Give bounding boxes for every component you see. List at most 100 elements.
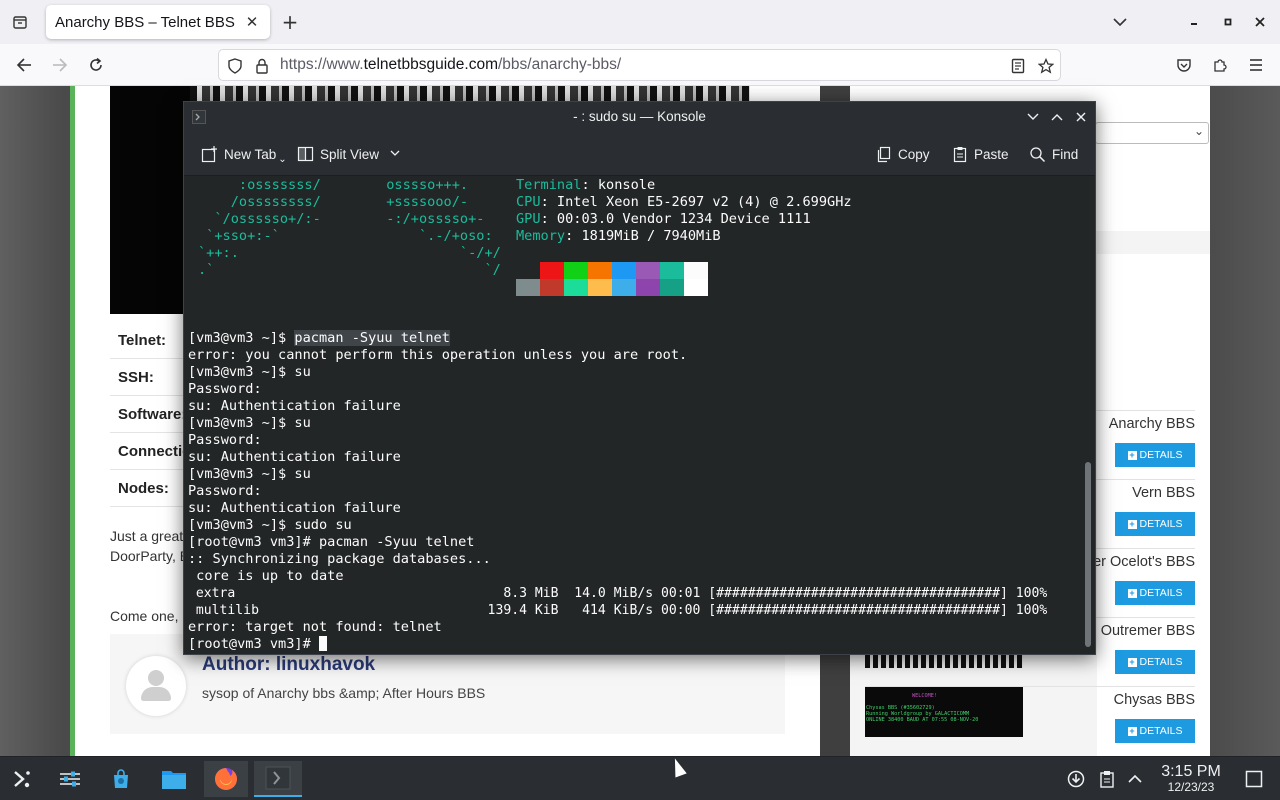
palette-swatch — [564, 262, 588, 279]
sysinfo-line: Memory: 1819MiB / 7940MiB — [516, 228, 721, 244]
bbs-name[interactable]: Outremer BBS — [1101, 623, 1195, 639]
palette-swatch — [660, 279, 684, 296]
browser-tab-active[interactable]: Anarchy BBS – Telnet BBS Guide ✕ — [46, 5, 270, 39]
forward-icon[interactable] — [46, 51, 74, 79]
copy-button[interactable]: Copy — [876, 142, 930, 166]
terminal-line: su: Authentication failure — [188, 500, 401, 516]
browser-nav-bar: https://www.telnetbbsguide.com/bbs/anarc… — [0, 44, 1280, 86]
app-menu-icon[interactable] — [1242, 51, 1270, 79]
list-all-tabs-icon[interactable] — [1106, 8, 1134, 36]
pocket-icon[interactable] — [1170, 51, 1198, 79]
terminal-scrollbar[interactable] — [1082, 177, 1095, 654]
clock-time: 3:15 PM — [1161, 763, 1221, 780]
bbs-name[interactable]: Anarchy BBS — [1109, 416, 1195, 432]
application-launcher-icon[interactable] — [2, 761, 42, 797]
terminal-line: su: Authentication failure — [188, 398, 401, 414]
details-button[interactable]: + DETAILS — [1115, 512, 1195, 536]
konsole-titlebar[interactable]: - : sudo su — Konsole — [184, 102, 1095, 132]
find-button[interactable]: Find — [1029, 142, 1078, 166]
neofetch-art-line: /ossssssss/ +ssssooo/- — [198, 194, 469, 210]
selected-text: pacman -Syuu telnet — [294, 330, 450, 346]
bbs-name[interactable]: ver Ocelot's BBS — [1086, 554, 1195, 570]
back-icon[interactable] — [10, 51, 38, 79]
paste-button[interactable]: Paste — [952, 142, 1009, 166]
terminal-line: :: Synchronizing package databases... — [188, 551, 491, 567]
new-tab-dropdown-icon[interactable]: ⌄ — [278, 154, 286, 165]
palette-swatch — [636, 262, 660, 279]
konsole-minimize-icon[interactable] — [1022, 106, 1044, 128]
reader-view-icon[interactable] — [1004, 52, 1032, 80]
bbs-name[interactable]: Chysas BBS — [1114, 692, 1195, 708]
maximize-window-icon[interactable] — [1214, 8, 1242, 36]
palette-swatch — [516, 262, 540, 279]
author-avatar — [126, 656, 186, 716]
close-tab-icon[interactable]: ✕ — [240, 10, 264, 34]
reload-icon[interactable] — [82, 51, 110, 79]
firefox-icon[interactable] — [204, 761, 248, 797]
tab-list-icon[interactable] — [6, 8, 34, 36]
terminal-line: extra 8.3 MiB 14.0 MiB/s 00:01 [########… — [188, 586, 1048, 601]
terminal-line: [vm3@vm3 ~]$ su — [188, 415, 311, 431]
system-tray-expand-icon[interactable] — [1115, 761, 1155, 797]
file-manager-icon[interactable] — [154, 761, 194, 797]
palette-swatch — [612, 262, 636, 279]
details-button[interactable]: + DETAILS — [1115, 581, 1195, 605]
bbs-screenshot-image — [110, 86, 190, 314]
browser-tab-bar: Anarchy BBS – Telnet BBS Guide ✕ + — [0, 0, 1280, 44]
close-window-icon[interactable] — [1246, 8, 1274, 36]
details-button[interactable]: + DETAILS — [1115, 719, 1195, 743]
details-button[interactable]: + DETAILS — [1115, 443, 1195, 467]
clock-date: 12/23/23 — [1167, 780, 1215, 794]
terminal-line: [root@vm3 vm3]# pacman -Syuu telnet — [188, 534, 475, 550]
tracking-shield-icon[interactable] — [221, 52, 249, 80]
terminal-line: [vm3@vm3 ~]$ su — [188, 466, 311, 482]
info-label-nodes: Nodes: — [110, 470, 190, 507]
split-view-button[interactable]: Split View — [297, 142, 405, 166]
terminal-line: Password: — [188, 381, 262, 397]
author-name-link[interactable]: linuxhavok — [276, 654, 375, 675]
details-button[interactable]: + DETAILS — [1115, 650, 1195, 674]
system-settings-icon[interactable] — [50, 761, 90, 797]
terminal-output[interactable]: :osssssss/ osssso+++. /ossssssss/ +sssso… — [184, 177, 1082, 654]
palette-swatch — [564, 279, 588, 296]
sysinfo-line: GPU: 00:03.0 Vendor 1234 Device 1111 — [516, 211, 811, 227]
terminal-prompt-line: [root@vm3 vm3]# — [188, 636, 327, 653]
new-tab-icon[interactable]: + — [276, 8, 304, 36]
palette-swatch — [588, 262, 612, 279]
tab-title: Anarchy BBS – Telnet BBS Guide — [55, 13, 235, 31]
sysinfo-line: CPU: Intel Xeon E5-2697 v2 (4) @ 2.699GH… — [516, 194, 852, 210]
lock-icon[interactable] — [248, 52, 276, 80]
konsole-taskbar-icon[interactable] — [254, 761, 302, 797]
author-description: sysop of Anarchy bbs &amp; After Hours B… — [202, 685, 486, 701]
terminal-line: su: Authentication failure — [188, 449, 401, 465]
plus-icon: + — [1127, 518, 1137, 529]
show-desktop-icon[interactable] — [1234, 761, 1274, 797]
new-tab-button[interactable]: New Tab ⌄ — [201, 142, 287, 166]
bbs-name[interactable]: Vern BBS — [1132, 485, 1195, 501]
scrollbar-thumb[interactable] — [1085, 462, 1091, 647]
discover-store-icon[interactable] — [101, 761, 141, 797]
terminal-line: multilib 139.4 KiB 414 KiB/s 00:00 [####… — [188, 603, 1048, 618]
url-bar[interactable]: https://www.telnetbbsguide.com/bbs/anarc… — [218, 49, 1061, 81]
bookmark-star-icon[interactable] — [1032, 52, 1060, 80]
terminal-line: error: target not found: telnet — [188, 619, 442, 635]
extensions-icon[interactable] — [1206, 51, 1234, 79]
digital-clock[interactable]: 3:15 PM 12/23/23 — [1150, 763, 1232, 794]
description-line-3: Come one, c — [110, 608, 184, 624]
info-label-connections: Connections: — [110, 433, 190, 470]
konsole-window: - : sudo su — Konsole New Tab ⌄ Split Vi… — [183, 101, 1096, 655]
minimize-window-icon[interactable] — [1180, 8, 1208, 36]
info-label-software: Software: — [110, 396, 190, 433]
palette-swatch — [540, 279, 564, 296]
terminal-line: [vm3@vm3 ~]$ sudo su — [188, 517, 352, 533]
description-line-1: Just a great — [110, 528, 184, 544]
konsole-maximize-icon[interactable] — [1046, 106, 1068, 128]
konsole-close-icon[interactable] — [1070, 106, 1092, 128]
sidebar-select[interactable]: ⌄ — [1095, 122, 1209, 144]
terminal-line: error: you cannot perform this operation… — [188, 347, 688, 363]
neofetch-art-line: .` `/ — [198, 262, 501, 278]
description-line-2: DoorParty, B — [110, 548, 184, 564]
new-tab-plus-icon — [201, 145, 217, 162]
palette-swatch — [612, 279, 636, 296]
terminal-line: core is up to date — [188, 568, 344, 584]
